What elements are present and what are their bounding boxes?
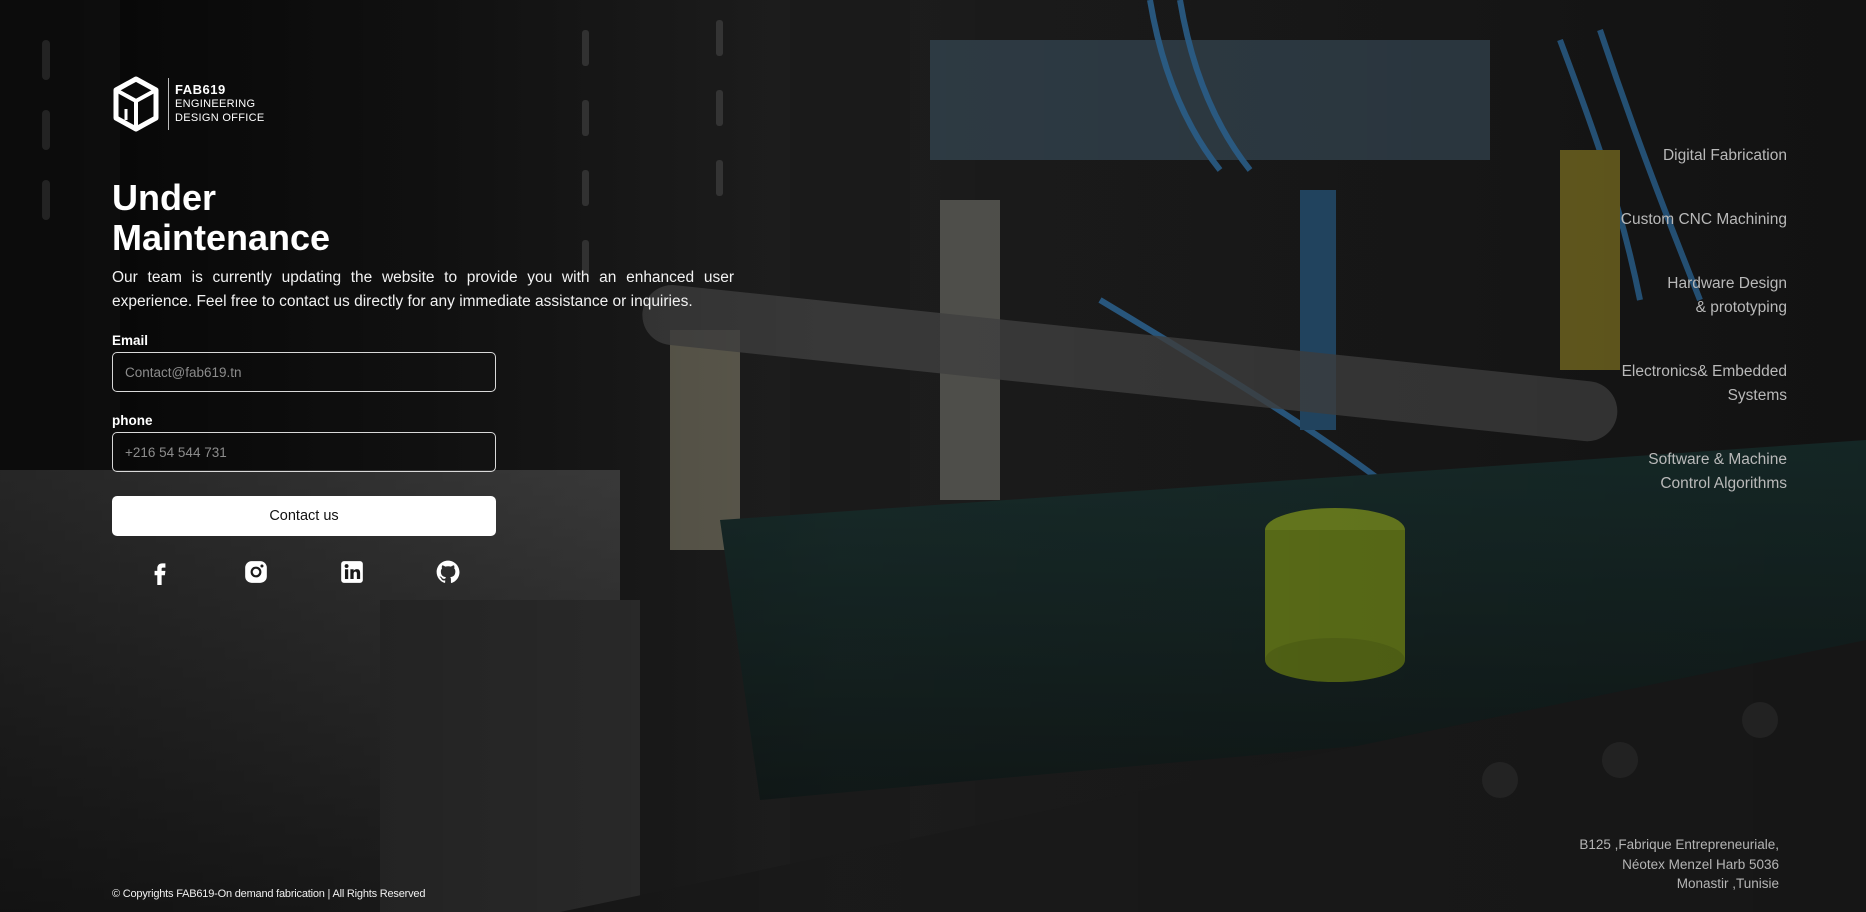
logo-name: FAB619 (175, 82, 226, 97)
cube-logo-icon (113, 76, 159, 132)
email-field[interactable] (112, 352, 496, 392)
logo-text: FAB619 ENGINEERING DESIGN OFFICE (175, 83, 264, 125)
github-icon (436, 560, 460, 583)
github-link[interactable] (434, 558, 462, 586)
copyright-text: © Copyrights FAB619-On demand fabricatio… (112, 888, 426, 900)
service-cnc-machining[interactable]: Custom CNC Machining (1567, 208, 1787, 232)
title-line-1: Under (112, 177, 217, 218)
email-label: Email (112, 333, 149, 348)
service-digital-fabrication[interactable]: Digital Fabrication (1567, 144, 1787, 168)
phone-label: phone (112, 413, 153, 428)
page-title: Under Maintenance (112, 178, 412, 258)
contact-us-button[interactable]: Contact us (112, 496, 496, 536)
service-electronics[interactable]: Electronics& Embedded Systems (1567, 360, 1787, 408)
instagram-icon (245, 561, 267, 583)
facebook-icon (154, 563, 166, 585)
facebook-link[interactable] (146, 558, 174, 586)
service-software[interactable]: Software & Machine Control Algorithms (1567, 448, 1787, 496)
maintenance-description: Our team is currently updating the websi… (112, 269, 734, 310)
logo-line-2: DESIGN OFFICE (175, 112, 265, 124)
brand-logo[interactable]: FAB619 ENGINEERING DESIGN OFFICE (112, 76, 264, 132)
services-list: Digital Fabrication Custom CNC Machining… (1567, 144, 1787, 496)
logo-line-1: ENGINEERING (175, 98, 256, 110)
service-hardware-design[interactable]: Hardware Design & prototyping (1567, 272, 1787, 320)
title-line-2: Maintenance (112, 217, 331, 258)
maintenance-page: FAB619 ENGINEERING DESIGN OFFICE Under M… (0, 0, 1866, 912)
address-line-3: Monastir ,Tunisie (1676, 876, 1779, 891)
company-address: B125 ,Fabrique Entrepreneuriale, Néotex … (1579, 835, 1779, 894)
address-line-1: B125 ,Fabrique Entrepreneuriale, (1579, 837, 1779, 852)
phone-field[interactable] (112, 432, 496, 472)
logo-divider (168, 78, 169, 130)
linkedin-icon (341, 561, 363, 583)
address-line-2: Néotex Menzel Harb 5036 (1622, 856, 1779, 872)
instagram-link[interactable] (242, 558, 270, 586)
linkedin-link[interactable] (338, 558, 366, 586)
